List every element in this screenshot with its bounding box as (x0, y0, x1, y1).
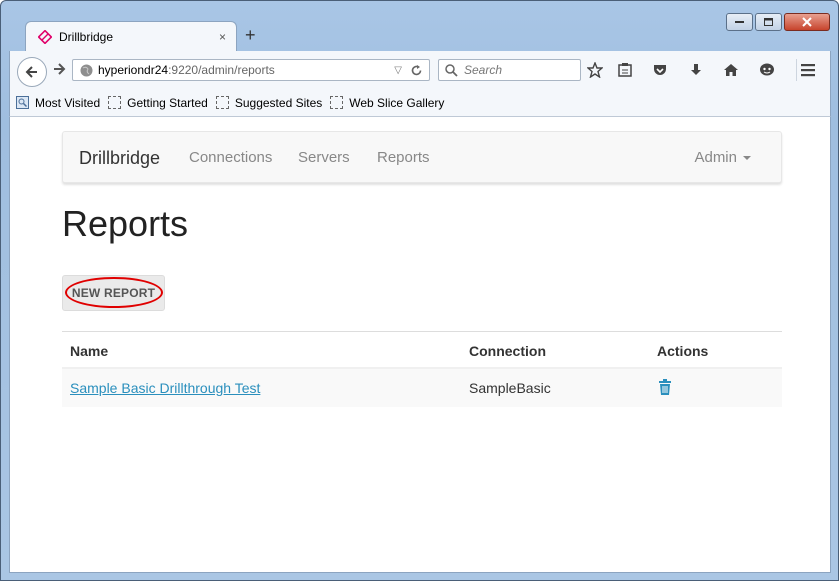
url-path: :9220/admin/reports (168, 63, 275, 77)
close-window-button[interactable] (784, 13, 830, 31)
bookmark-label: Web Slice Gallery (349, 95, 445, 110)
nav-reports[interactable]: Reports (377, 149, 430, 166)
maximize-button[interactable] (755, 13, 782, 31)
report-connection: SampleBasic (469, 380, 551, 396)
chat-icon[interactable] (758, 61, 776, 79)
page-placeholder-icon (215, 96, 229, 109)
header-name: Name (70, 343, 109, 359)
forward-arrow-icon (54, 63, 66, 75)
tab-close-icon[interactable]: × (219, 30, 226, 44)
bookmark-label: Most Visited (35, 95, 101, 110)
tab-title: Drillbridge (59, 29, 114, 44)
header-actions: Actions (657, 343, 709, 359)
drillbridge-favicon-icon (37, 29, 53, 45)
bookmark-star-icon[interactable] (586, 61, 604, 79)
new-report-button[interactable]: NEW REPORT (62, 275, 165, 311)
page-placeholder-icon (330, 96, 344, 109)
page-placeholder-icon (108, 96, 122, 109)
nav-connections[interactable]: Connections (189, 149, 272, 166)
url-text: hyperiondr24:9220/admin/reports (98, 63, 394, 77)
page-content: Drillbridge Connections Servers Reports … (9, 117, 831, 573)
search-icon (445, 63, 458, 77)
app-navbar: Drillbridge Connections Servers Reports … (62, 131, 782, 183)
reload-icon[interactable] (410, 64, 423, 77)
bookmark-suggested-sites[interactable]: Suggested Sites (215, 95, 323, 110)
caret-down-icon (743, 155, 751, 160)
admin-dropdown[interactable]: Admin (694, 149, 751, 166)
nav-servers[interactable]: Servers (298, 149, 350, 166)
navigation-toolbar: hyperiondr24:9220/admin/reports ▽ Search (9, 51, 831, 89)
bookmark-most-visited[interactable]: Most Visited (16, 96, 100, 110)
back-arrow-icon (25, 66, 37, 78)
admin-label: Admin (694, 149, 737, 166)
bookmarks-toolbar: Most Visited Getting Started Suggested S… (9, 89, 831, 117)
reading-list-icon[interactable] (616, 61, 634, 79)
globe-icon (80, 64, 93, 77)
bookmark-label: Suggested Sites (234, 95, 323, 110)
trash-icon[interactable] (658, 379, 672, 395)
brand-link[interactable]: Drillbridge (79, 148, 160, 169)
url-bar[interactable]: hyperiondr24:9220/admin/reports ▽ (72, 59, 430, 81)
tab-drillbridge[interactable]: Drillbridge × (25, 21, 237, 51)
back-button[interactable] (17, 57, 47, 87)
most-visited-folder-icon (16, 96, 29, 109)
home-icon[interactable] (722, 61, 740, 79)
tab-strip: Drillbridge × + (1, 1, 838, 51)
new-tab-button[interactable]: + (245, 25, 256, 46)
forward-button[interactable] (52, 62, 66, 81)
table-row: Sample Basic Drillthrough Test SampleBas… (62, 369, 782, 407)
pocket-icon[interactable] (651, 61, 669, 79)
report-name-link[interactable]: Sample Basic Drillthrough Test (70, 380, 260, 396)
search-placeholder: Search (464, 63, 503, 77)
bookmark-web-slice-gallery[interactable]: Web Slice Gallery (330, 96, 444, 110)
window-controls (726, 13, 830, 31)
table-header: Name Connection Actions (62, 331, 782, 369)
url-host: hyperiondr24 (98, 63, 169, 77)
page-title: Reports (62, 203, 189, 244)
search-input[interactable]: Search (438, 59, 581, 81)
menu-icon[interactable] (799, 61, 817, 79)
bookmark-getting-started[interactable]: Getting Started (108, 96, 208, 110)
browser-window: Drillbridge × + hyperiondr24:9220/admin/… (0, 0, 839, 581)
reports-table: Name Connection Actions Sample Basic Dri… (62, 331, 782, 407)
download-icon[interactable] (687, 61, 705, 79)
bookmark-label: Getting Started (127, 95, 208, 110)
url-history-dropdown-icon[interactable]: ▽ (394, 65, 402, 76)
toolbar-separator (796, 59, 797, 81)
header-connection: Connection (469, 343, 546, 359)
minimize-button[interactable] (726, 13, 753, 31)
